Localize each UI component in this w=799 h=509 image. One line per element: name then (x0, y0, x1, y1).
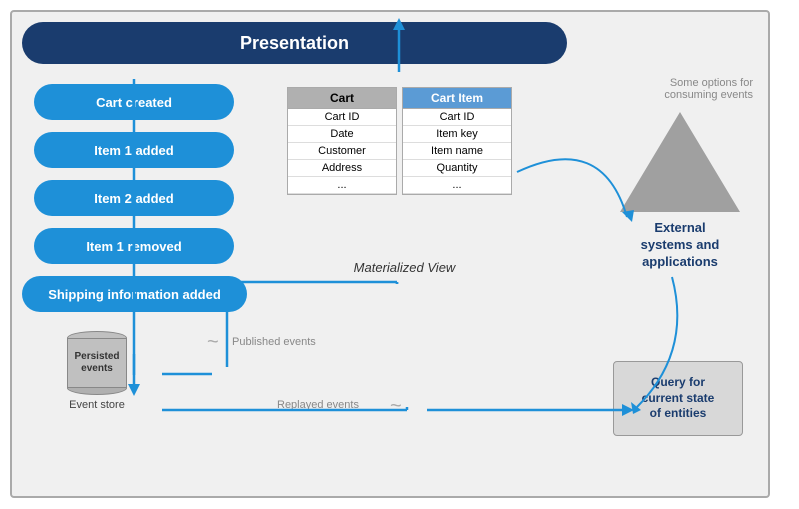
event-pill-1: Cart created (34, 84, 234, 120)
outer-box: Some options for consuming events Presen… (10, 10, 770, 498)
external-label: External systems and applications (641, 220, 720, 271)
cylinder: Persisted events (67, 331, 127, 395)
tilde-icon-2: ~ (390, 395, 402, 418)
event-pill-3: Item 2 added (34, 180, 234, 216)
cart-row-4: Address (288, 160, 396, 177)
external-systems-box: External systems and applications (610, 112, 750, 271)
cart-item-row-4: Quantity (403, 160, 511, 177)
materialized-view-label: Materialized View (277, 260, 532, 275)
cart-item-row-3: Item name (403, 143, 511, 160)
cart-row-1: Cart ID (288, 109, 396, 126)
replayed-events-label: Replayed events (277, 399, 359, 411)
event-pill-5: Shipping information added (22, 276, 247, 312)
cart-table-header: Cart (288, 88, 396, 109)
cart-table: Cart Cart ID Date Customer Address ... (287, 87, 397, 195)
cart-row-2: Date (288, 126, 396, 143)
tilde-icon-1: ~ (207, 331, 219, 354)
some-options-text: Some options for consuming events (613, 77, 753, 101)
cart-item-row-2: Item key (403, 126, 511, 143)
presentation-title: Presentation (240, 33, 349, 54)
cart-item-table-header: Cart Item (403, 88, 511, 109)
query-box-label: Query for current state of entities (642, 375, 715, 422)
cart-row-3: Customer (288, 143, 396, 160)
event-pill-4: Item 1 removed (34, 228, 234, 264)
cart-row-5: ... (288, 177, 396, 194)
cart-item-row-5: ... (403, 177, 511, 194)
triangle-icon (620, 112, 740, 212)
cart-item-table: Cart Item Cart ID Item key Item name Qua… (402, 87, 512, 195)
cart-item-row-1: Cart ID (403, 109, 511, 126)
event-store: Persisted events Event store (67, 331, 127, 411)
diagram-container: Some options for consuming events Presen… (0, 0, 799, 509)
event-pill-2: Item 1 added (34, 132, 234, 168)
cylinder-text: Persisted events (70, 351, 125, 375)
event-store-label: Event store (69, 399, 125, 411)
presentation-bar: Presentation (22, 22, 567, 64)
cylinder-body: Persisted events (67, 338, 127, 388)
published-events-label: Published events (232, 336, 316, 348)
query-box: Query for current state of entities (613, 361, 743, 436)
